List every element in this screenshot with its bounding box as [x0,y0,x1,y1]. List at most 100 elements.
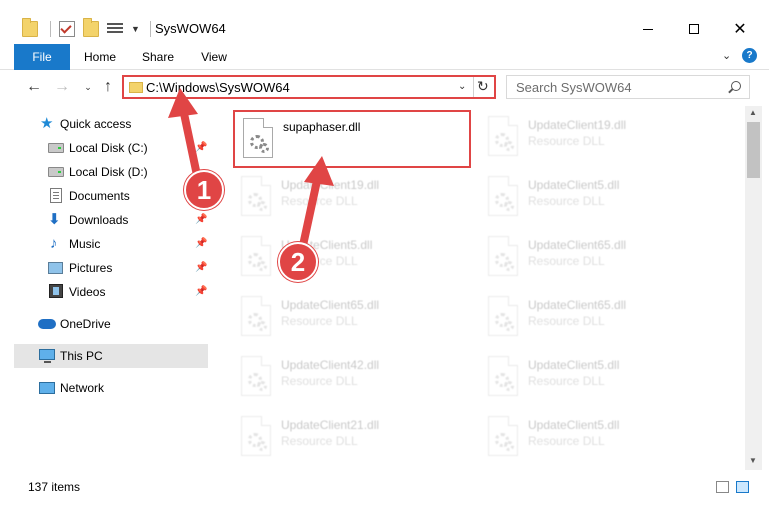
sidebar-item-pictures[interactable]: Pictures 📌 [14,256,208,280]
sidebar-item-local-disk-c[interactable]: Local Disk (C:) 📌 [14,136,208,160]
sidebar-item-downloads[interactable]: ⬇ Downloads 📌 [14,208,208,232]
file-type: Resource DLL [528,134,605,148]
file-item[interactable]: UpdateClient5.dll Resource DLL [480,410,718,468]
recent-locations-icon[interactable]: ⌄ [78,77,98,97]
dll-file-icon [488,116,518,156]
scroll-up-icon[interactable]: ▲ [749,108,757,117]
dll-file-icon [488,296,518,336]
this-pc-icon [39,349,55,363]
sidebar-item-this-pc[interactable]: This PC [14,344,208,368]
file-item[interactable]: UpdateClient5.dll Resource DLL [480,170,718,228]
file-item[interactable]: UpdateClient65.dll Resource DLL [233,290,471,348]
file-item[interactable]: UpdateClient19.dll Resource DLL [233,170,471,228]
file-item[interactable]: UpdateClient5.dll Resource DLL [480,350,718,408]
status-bar: 137 items [0,476,769,498]
folder-icon [129,82,143,93]
pin-icon[interactable]: 📌 [195,286,207,297]
customize-toolbar-icon[interactable] [107,21,123,37]
file-name: UpdateClient5.dll [528,178,620,192]
search-icon[interactable] [731,81,741,91]
pin-icon[interactable]: 📌 [195,214,207,225]
file-item[interactable]: UpdateClient19.dll Resource DLL [480,110,718,168]
search-placeholder: Search SysWOW64 [516,80,632,95]
tab-view[interactable]: View [188,44,240,70]
expand-ribbon-icon[interactable]: ⌄ [722,49,731,62]
refresh-icon[interactable]: ↻ [477,78,489,95]
file-type: Resource DLL [528,254,605,268]
sidebar-item-videos[interactable]: Videos 📌 [14,280,208,304]
details-view-icon[interactable] [716,481,729,493]
item-count: 137 items [28,480,81,494]
file-type: Resource DLL [281,374,358,388]
address-dropdown-icon[interactable]: ⌄ [458,81,466,92]
minimize-button[interactable] [625,14,671,44]
toolbar-dropdown-icon[interactable]: ▼ [131,24,140,34]
sidebar-item-onedrive[interactable]: OneDrive [14,312,208,336]
sidebar-item-network[interactable]: Network [14,376,208,400]
tab-share[interactable]: Share [130,44,186,70]
file-item[interactable]: UpdateClient21.dll Resource DLL [233,410,471,468]
scrollbar-thumb[interactable] [747,122,760,178]
toolbar-divider [149,21,151,37]
pin-icon[interactable]: 📌 [195,262,207,273]
sidebar-item-quick-access[interactable]: ★ Quick access [14,112,208,136]
vertical-scrollbar[interactable]: ▲ ▼ [745,106,762,470]
new-folder-icon[interactable] [83,18,99,37]
sidebar-item-label: OneDrive [60,317,111,331]
network-icon [39,382,55,394]
drive-icon [48,143,64,153]
sidebar-item-label: Local Disk (D:) [69,165,148,179]
file-name: UpdateClient65.dll [528,238,627,252]
sidebar-item-documents[interactable]: Documents 📌 [14,184,208,208]
dll-file-icon [488,236,518,276]
tab-file[interactable]: File [14,44,70,70]
properties-check-icon[interactable] [59,21,75,37]
sidebar-item-label: Videos [69,285,106,299]
step-2-callout: 2 [278,242,318,282]
star-icon: ★ [40,115,54,132]
sidebar-item-label: Network [60,381,105,395]
sidebar-item-music[interactable]: ♪ Music 📌 [14,232,208,256]
file-type: Resource DLL [281,434,358,448]
dll-file-icon [488,416,518,456]
close-button[interactable]: ✕ [717,14,763,44]
file-name: supaphaser.dll [283,120,361,134]
address-path[interactable]: C:\Windows\SysWOW64 [146,80,290,95]
navigation-bar: ← → ⌄ ↑ C:\Windows\SysWOW64 ⌄ ↻ Search S… [0,71,769,103]
file-item[interactable]: UpdateClient65.dll Resource DLL [480,230,718,288]
videos-icon [49,284,63,298]
folder-icon [22,18,38,37]
file-type: Resource DLL [281,314,358,328]
file-type: Resource DLL [528,194,605,208]
sidebar-item-label: Downloads [69,213,129,227]
sidebar-item-label: Quick access [60,117,132,131]
pin-icon[interactable]: 📌 [195,142,207,153]
drive-icon [48,167,64,177]
dll-file-icon [488,356,518,396]
large-icons-view-icon[interactable] [736,481,749,493]
sidebar-item-local-disk-d[interactable]: Local Disk (D:) [14,160,208,184]
dll-file-icon [241,356,271,396]
file-name: UpdateClient5.dll [528,358,620,372]
help-icon[interactable]: ? [742,48,757,63]
file-name: UpdateClient42.dll [281,358,380,372]
address-divider [473,77,474,97]
file-type: Resource DLL [281,194,358,208]
tab-home[interactable]: Home [72,44,128,70]
file-item[interactable]: UpdateClient65.dll Resource DLL [480,290,718,348]
file-name: UpdateClient5.dll [528,418,620,432]
maximize-button[interactable] [671,14,717,44]
sidebar-item-label: This PC [60,349,103,363]
search-input[interactable]: Search SysWOW64 [506,75,750,99]
navigation-pane: ★ Quick access Local Disk (C:) 📌 Local D… [14,106,210,470]
scroll-down-icon[interactable]: ▼ [749,456,757,465]
forward-button[interactable]: → [52,77,72,97]
file-item[interactable]: UpdateClient42.dll Resource DLL [233,350,471,408]
up-button[interactable]: ↑ [98,77,118,97]
file-item[interactable]: supaphaser.dll [233,110,471,168]
file-item[interactable]: UpdateClient5.dll Resource DLL [233,230,471,288]
address-bar[interactable]: C:\Windows\SysWOW64 ⌄ ↻ [122,75,496,99]
pin-icon[interactable]: 📌 [195,238,207,249]
back-button[interactable]: ← [24,77,44,97]
sidebar-item-label: Local Disk (C:) [69,141,148,155]
